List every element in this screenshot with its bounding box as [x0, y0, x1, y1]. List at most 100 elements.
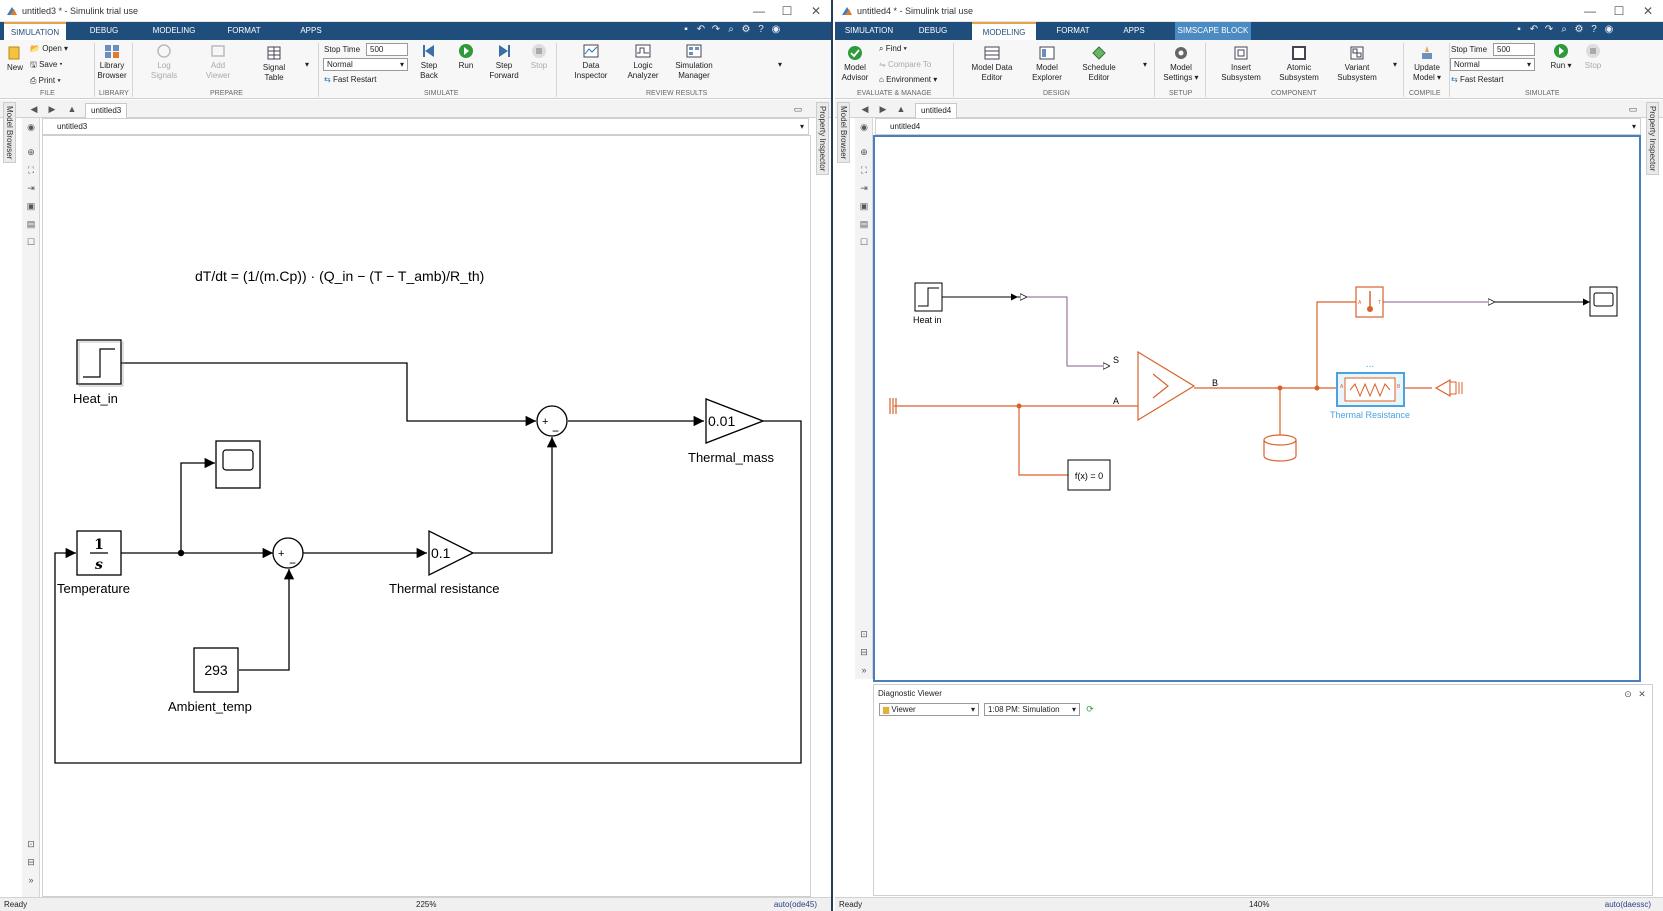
add-viewer-button[interactable]: Add Viewer: [202, 43, 234, 81]
fast-restart-toggle[interactable]: ⇆ Fast Restart: [1451, 75, 1504, 85]
tab-debug[interactable]: DEBUG: [84, 22, 124, 40]
search-icon[interactable]: ⌕: [1558, 24, 1570, 36]
model-advisor-button[interactable]: Model Advisor: [839, 45, 871, 83]
insert-subsystem-button[interactable]: Insert Subsystem: [1218, 45, 1264, 83]
back-icon[interactable]: ◀: [28, 103, 40, 115]
arrow-tool-icon[interactable]: ⇥: [858, 182, 870, 194]
simulation-mode-select[interactable]: Normal ▾: [323, 58, 408, 71]
up-icon[interactable]: ▲: [66, 103, 78, 115]
fit-view-icon[interactable]: ⛶: [858, 164, 870, 176]
find-button[interactable]: ⌕ Find ▾: [879, 44, 907, 54]
close-window-button[interactable]: ✕: [1637, 3, 1659, 19]
fit-view-icon[interactable]: ⛶: [25, 164, 37, 176]
hide-panel-icon[interactable]: ▭: [1627, 103, 1639, 115]
design-expand[interactable]: ▾: [1143, 60, 1147, 70]
expand-icon[interactable]: »: [25, 874, 37, 886]
screenshot-icon[interactable]: ⊡: [858, 628, 870, 640]
solver-name[interactable]: auto(daessc): [1605, 898, 1651, 911]
new-button[interactable]: New: [3, 45, 27, 73]
converter-block[interactable]: [1137, 350, 1196, 422]
compare-to-button[interactable]: ⇋ Compare To: [879, 60, 931, 70]
run-button[interactable]: Run: [451, 43, 481, 71]
component-expand[interactable]: ▾: [1393, 60, 1397, 70]
schedule-editor-button[interactable]: Schedule Editor: [1078, 45, 1120, 83]
options-icon[interactable]: ◉: [1603, 24, 1615, 36]
redo-icon[interactable]: ↷: [1543, 24, 1555, 36]
fast-restart-toggle[interactable]: ⇆ Fast Restart: [324, 75, 377, 85]
tab-simulation[interactable]: SIMULATION: [843, 22, 895, 40]
back-icon[interactable]: ◀: [859, 103, 871, 115]
environment-button[interactable]: ⌂ Environment ▾: [879, 75, 937, 85]
prepare-expand[interactable]: ▾: [305, 60, 309, 70]
model-settings-button[interactable]: Model Settings ▾: [1163, 45, 1199, 83]
step-forward-button[interactable]: Step Forward: [488, 43, 520, 81]
thermal-resistance-block[interactable]: [1336, 372, 1405, 407]
ambient-temperature-source-block[interactable]: [1434, 378, 1463, 398]
tab-simulation[interactable]: SIMULATION: [4, 22, 66, 40]
step-back-button[interactable]: Step Back: [414, 43, 444, 81]
file-tab-untitled3[interactable]: untitled3: [85, 103, 128, 118]
thermal-mass-block[interactable]: [1263, 434, 1297, 462]
tab-modeling[interactable]: MODELING: [972, 22, 1036, 40]
hide-browser-icon[interactable]: ◉: [858, 121, 870, 133]
tab-apps[interactable]: APPS: [1119, 22, 1149, 40]
refresh-icon[interactable]: ⟳: [1084, 703, 1096, 715]
heat-in-step-block[interactable]: [76, 339, 124, 387]
stop-button[interactable]: Stop: [1581, 43, 1605, 71]
up-icon[interactable]: ▲: [895, 103, 907, 115]
forward-icon[interactable]: ▶: [46, 103, 58, 115]
zoom-icon[interactable]: ⊕: [25, 146, 37, 158]
area-icon[interactable]: ☐: [858, 236, 870, 248]
address-bar[interactable]: untitled4 ▾: [875, 118, 1641, 135]
simulation-manager-button[interactable]: Simulation Manager: [672, 43, 716, 81]
stop-time-input[interactable]: 500: [366, 43, 408, 56]
tab-apps[interactable]: APPS: [296, 22, 326, 40]
tab-debug[interactable]: DEBUG: [913, 22, 953, 40]
ribbon-expand[interactable]: ▾: [778, 60, 782, 70]
run-button[interactable]: Run ▾: [1546, 43, 1576, 71]
viewer-select[interactable]: ▆ Viewer ▾: [879, 703, 979, 716]
annotation-icon[interactable]: ▤: [25, 218, 37, 230]
image-icon[interactable]: ▣: [25, 200, 37, 212]
area-icon[interactable]: ☐: [25, 236, 37, 248]
minimize-button[interactable]: —: [1579, 3, 1601, 19]
right-model-canvas[interactable]: Heat in S A B f(x) = 0 A T ... A B Therm…: [873, 135, 1641, 682]
file-tab-untitled4[interactable]: untitled4: [915, 103, 958, 118]
undo-icon[interactable]: ↶: [695, 24, 707, 36]
scope-block[interactable]: [215, 440, 261, 489]
model-browser-tab[interactable]: Model Browser: [3, 102, 16, 164]
close-window-button[interactable]: ✕: [805, 3, 827, 19]
screenshot-icon[interactable]: ⊡: [25, 838, 37, 850]
save-icon[interactable]: ▪: [1513, 24, 1525, 36]
tab-format[interactable]: FORMAT: [1052, 22, 1094, 40]
explorer-bar-icon[interactable]: ⊟: [25, 856, 37, 868]
maximize-button[interactable]: ☐: [1608, 3, 1630, 19]
signal-table-button[interactable]: Signal Table: [258, 45, 290, 83]
forward-icon[interactable]: ▶: [877, 103, 889, 115]
property-inspector-tab[interactable]: Property Inspector: [1646, 102, 1659, 176]
library-browser-button[interactable]: Library Browser: [96, 43, 128, 81]
model-explorer-button[interactable]: Model Explorer: [1027, 45, 1067, 83]
log-signals-button[interactable]: Log Signals: [148, 43, 180, 81]
atomic-subsystem-button[interactable]: Atomic Subsystem: [1277, 45, 1321, 83]
settings-icon[interactable]: ⚙: [740, 24, 752, 36]
zoom-icon[interactable]: ⊕: [858, 146, 870, 158]
save-icon[interactable]: ▪: [680, 24, 692, 36]
help-icon[interactable]: ?: [755, 24, 767, 36]
search-icon[interactable]: ⌕: [725, 24, 737, 36]
undo-icon[interactable]: ↶: [1528, 24, 1540, 36]
data-inspector-button[interactable]: Data Inspector: [570, 43, 612, 81]
print-button[interactable]: ⎙ Print ▾: [30, 76, 61, 86]
tab-format[interactable]: FORMAT: [222, 22, 266, 40]
tab-modeling[interactable]: MODELING: [148, 22, 200, 40]
annotation-icon[interactable]: ▤: [858, 218, 870, 230]
explorer-bar-icon[interactable]: ⊟: [858, 646, 870, 658]
image-icon[interactable]: ▣: [858, 200, 870, 212]
expand-icon[interactable]: »: [858, 664, 870, 676]
options-icon[interactable]: ◉: [770, 24, 782, 36]
open-button[interactable]: 📂 Open ▾: [30, 44, 68, 54]
tab-simscape-block[interactable]: SIMSCAPE BLOCK: [1175, 22, 1251, 40]
solver-name[interactable]: auto(ode45): [774, 898, 817, 911]
scope-block[interactable]: [1589, 286, 1618, 317]
left-model-canvas[interactable]: dT/dt = (1/(m.Cp)) · (Q_in − (T − T_amb)…: [42, 135, 811, 897]
